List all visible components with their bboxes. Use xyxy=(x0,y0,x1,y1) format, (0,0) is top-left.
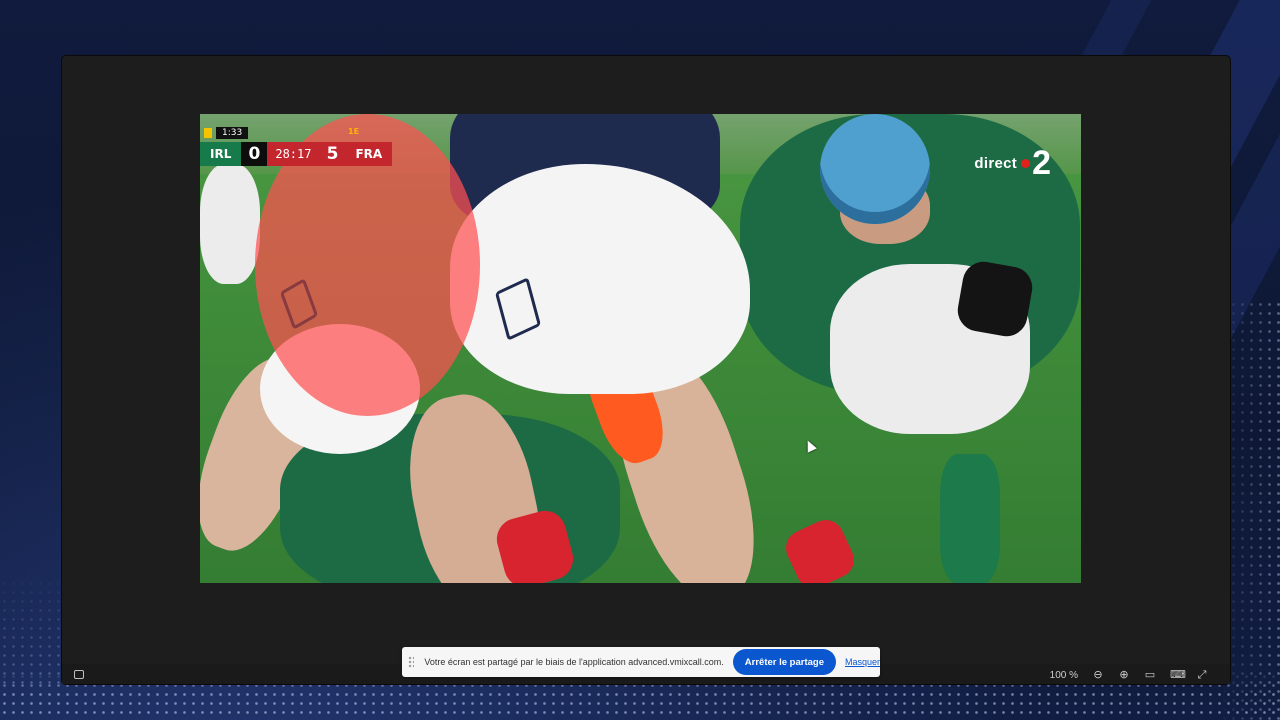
channel-logo: direct 2 xyxy=(974,144,1051,182)
away-score: 5 xyxy=(319,142,346,166)
scrum-cap xyxy=(820,114,930,224)
fit-screen-icon[interactable]: ▭ xyxy=(1144,669,1156,681)
zoom-controls: 100 % ⊖ ⊕ ▭ ⌨ ⤢ xyxy=(1050,669,1208,681)
share-message: Votre écran est partagé par le biais de … xyxy=(424,657,724,667)
sin-bin-clock: 1:33 xyxy=(216,127,249,139)
home-score: 0 xyxy=(241,142,268,166)
keyboard-icon[interactable]: ⌨ xyxy=(1170,669,1186,681)
scoreboard: 1:33 1E IRL 0 28:17 5 FRA xyxy=(200,127,393,167)
zoom-level: 100 % xyxy=(1049,669,1078,681)
drag-handle-icon[interactable] xyxy=(408,656,415,668)
player-edge xyxy=(200,164,260,284)
match-clock: 28:17 xyxy=(267,142,320,166)
live-dot-icon xyxy=(1021,158,1031,168)
screen-share-notification: Votre écran est partagé par le biais de … xyxy=(402,647,880,677)
zoom-in-icon[interactable]: ⊕ xyxy=(1118,669,1130,681)
video-frame: 1:33 1E IRL 0 28:17 5 FRA direct 2 xyxy=(200,114,1081,583)
channel-number: 2 xyxy=(1032,144,1051,182)
card-indicator xyxy=(204,128,212,138)
player-sock xyxy=(940,454,1000,583)
fullscreen-icon[interactable] xyxy=(74,670,84,679)
channel-word: direct xyxy=(974,154,1018,172)
score-tag: 1E xyxy=(348,127,360,136)
arm-strapping xyxy=(954,258,1036,340)
away-team: FRA xyxy=(345,142,393,166)
hide-link[interactable]: Masquer xyxy=(845,657,880,667)
home-team: IRL xyxy=(200,142,242,166)
stop-sharing-button[interactable]: Arrêter le partage xyxy=(732,649,836,675)
zoom-out-icon[interactable]: ⊖ xyxy=(1092,669,1104,681)
expand-icon[interactable]: ⤢ xyxy=(1196,669,1208,681)
